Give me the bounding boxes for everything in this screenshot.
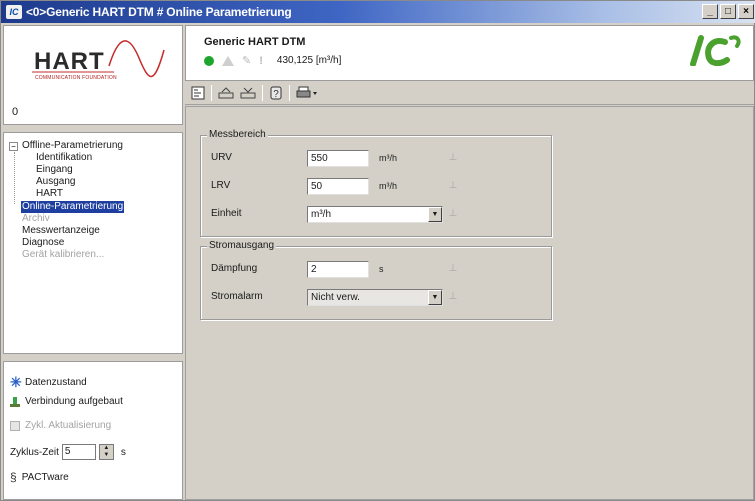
chevron-down-icon[interactable]: ▼ bbox=[428, 290, 442, 305]
cyclic-update-row: Zykl. Aktualisierung bbox=[10, 420, 111, 431]
tree-item-ausgang[interactable]: Ausgang bbox=[35, 176, 76, 188]
tree-item-archiv[interactable]: Archiv bbox=[21, 213, 51, 225]
alarm-select-value: Nicht verw. bbox=[311, 292, 360, 303]
cyclic-update-label: Zykl. Aktualisierung bbox=[25, 420, 112, 431]
tree-item-messwertanzeige[interactable]: Messwertanzeige bbox=[21, 225, 101, 237]
data-state-icon: ✳ bbox=[10, 374, 22, 390]
title-bar[interactable]: IC <0>Generic HART DTM # Online Parametr… bbox=[1, 1, 755, 23]
damping-label: Dämpfung bbox=[211, 263, 258, 274]
primary-value: 430,125 [m³/h] bbox=[276, 55, 342, 66]
write-icon[interactable]: ⊥ bbox=[447, 152, 459, 164]
download-icon[interactable] bbox=[240, 84, 256, 102]
close-button[interactable]: × bbox=[738, 4, 754, 19]
parameter-view-icon[interactable] bbox=[191, 84, 205, 102]
device-header: Generic HART DTM ✎ ! 430,125 [m³/h] bbox=[185, 25, 754, 81]
alarm-label: Stromalarm bbox=[211, 291, 263, 302]
stromausgang-group: Stromausgang Dämpfung 2 s ⊥ Stromalarm N… bbox=[200, 240, 552, 320]
print-icon[interactable] bbox=[296, 84, 318, 102]
navigation-tree: − Offline-Parametrierung Identifikation … bbox=[3, 132, 183, 354]
device-title: Generic HART DTM bbox=[204, 36, 306, 48]
hart-logo-subtitle: COMMUNICATION FOUNDATION bbox=[35, 75, 117, 81]
messbereich-group: Messbereich URV 550 m³/h ⊥ LRV 50 m³/h ⊥… bbox=[200, 129, 552, 237]
urv-input[interactable]: 550 bbox=[307, 150, 369, 167]
write-icon[interactable]: ⊥ bbox=[447, 263, 459, 275]
connection-label: Verbindung aufgebaut bbox=[25, 396, 123, 407]
svg-text:?: ? bbox=[273, 89, 279, 100]
dtm-window: IC <0>Generic HART DTM # Online Parametr… bbox=[0, 0, 755, 501]
window-controls: _ □ × bbox=[702, 4, 754, 19]
lrv-input[interactable]: 50 bbox=[307, 178, 369, 195]
tree-item-eingang[interactable]: Eingang bbox=[35, 164, 74, 176]
maintenance-icon: ✎ bbox=[242, 55, 252, 67]
tree-item-geraet-kalibrieren[interactable]: Gerät kalibrieren... bbox=[21, 249, 105, 261]
hart-logo-text: HART bbox=[34, 48, 105, 75]
unit-select-value: m³/h bbox=[311, 209, 331, 220]
pactware-icon: § bbox=[10, 470, 17, 484]
connection-row: Verbindung aufgebaut bbox=[10, 396, 123, 407]
window-title: <0>Generic HART DTM # Online Parametrier… bbox=[26, 5, 292, 19]
urv-label: URV bbox=[211, 152, 232, 163]
tree-item-offline-parametrierung[interactable]: Offline-Parametrierung bbox=[21, 140, 124, 152]
left-panel: HART COMMUNICATION FOUNDATION 0 − Offlin… bbox=[3, 25, 183, 500]
status-ok-icon bbox=[204, 55, 214, 66]
cycle-time-label: Zyklus-Zeit bbox=[10, 446, 59, 458]
lrv-label: LRV bbox=[211, 180, 231, 191]
toolbar: ? bbox=[185, 81, 754, 105]
damping-unit: s bbox=[379, 264, 384, 274]
toolbar-separator bbox=[211, 84, 212, 101]
upload-icon[interactable] bbox=[218, 84, 234, 102]
messbereich-title: Messbereich bbox=[207, 129, 268, 140]
urv-unit: m³/h bbox=[379, 153, 397, 163]
tree-item-online-parametrierung[interactable]: Online-Parametrierung bbox=[21, 201, 125, 213]
device-status-icons: ✎ ! 430,125 [m³/h] bbox=[204, 54, 341, 67]
warning-icon bbox=[222, 55, 234, 66]
exclamation-icon: ! bbox=[259, 54, 263, 67]
pactware-row: § PACTware bbox=[10, 470, 69, 484]
cyclic-update-checkbox[interactable] bbox=[10, 420, 20, 431]
app-icon: IC bbox=[6, 5, 22, 19]
ics-logo bbox=[690, 35, 741, 66]
unit-select[interactable]: m³/h ▼ bbox=[307, 206, 443, 223]
hart-logo: HART COMMUNICATION FOUNDATION bbox=[14, 36, 174, 81]
damping-input[interactable]: 2 bbox=[307, 261, 369, 278]
parameter-content: Messbereich URV 550 m³/h ⊥ LRV 50 m³/h ⊥… bbox=[185, 106, 754, 500]
cycle-time-spinner[interactable]: ▲ ▼ bbox=[98, 444, 114, 460]
toolbar-separator bbox=[289, 84, 290, 101]
hart-logo-box: HART COMMUNICATION FOUNDATION 0 bbox=[3, 25, 183, 125]
cycle-time-unit: s bbox=[120, 446, 126, 458]
cycle-time-row: Zyklus-Zeit 5 ▲ ▼ s bbox=[10, 444, 126, 460]
tree-item-hart[interactable]: HART bbox=[35, 188, 64, 200]
write-icon[interactable]: ⊥ bbox=[447, 180, 459, 192]
maximize-button[interactable]: □ bbox=[720, 4, 736, 19]
connection-icon bbox=[10, 396, 20, 407]
minimize-button[interactable]: _ bbox=[702, 4, 718, 19]
tree-connector bbox=[14, 152, 15, 204]
data-state-row: ✳ Datenzustand bbox=[10, 374, 87, 391]
write-icon[interactable]: ⊥ bbox=[447, 291, 459, 303]
status-panel: ✳ Datenzustand Verbindung aufgebaut Zykl… bbox=[3, 361, 183, 500]
tree-item-diagnose[interactable]: Diagnose bbox=[21, 237, 65, 249]
stromausgang-title: Stromausgang bbox=[207, 240, 277, 251]
chevron-down-icon[interactable]: ▼ bbox=[428, 207, 442, 222]
data-state-label: Datenzustand bbox=[25, 377, 87, 388]
lrv-unit: m³/h bbox=[379, 181, 397, 191]
tree-item-identifikation[interactable]: Identifikation bbox=[35, 152, 93, 164]
pactware-label: PACTware bbox=[21, 471, 69, 483]
write-icon[interactable]: ⊥ bbox=[447, 208, 459, 220]
toolbar-separator bbox=[262, 84, 263, 101]
help-icon[interactable]: ? bbox=[269, 84, 283, 102]
collapse-icon[interactable]: − bbox=[9, 142, 18, 151]
alarm-select[interactable]: Nicht verw. ▼ bbox=[307, 289, 443, 306]
unit-label: Einheit bbox=[211, 208, 242, 219]
cycle-time-input[interactable]: 5 bbox=[61, 444, 96, 460]
device-address: 0 bbox=[12, 106, 19, 118]
